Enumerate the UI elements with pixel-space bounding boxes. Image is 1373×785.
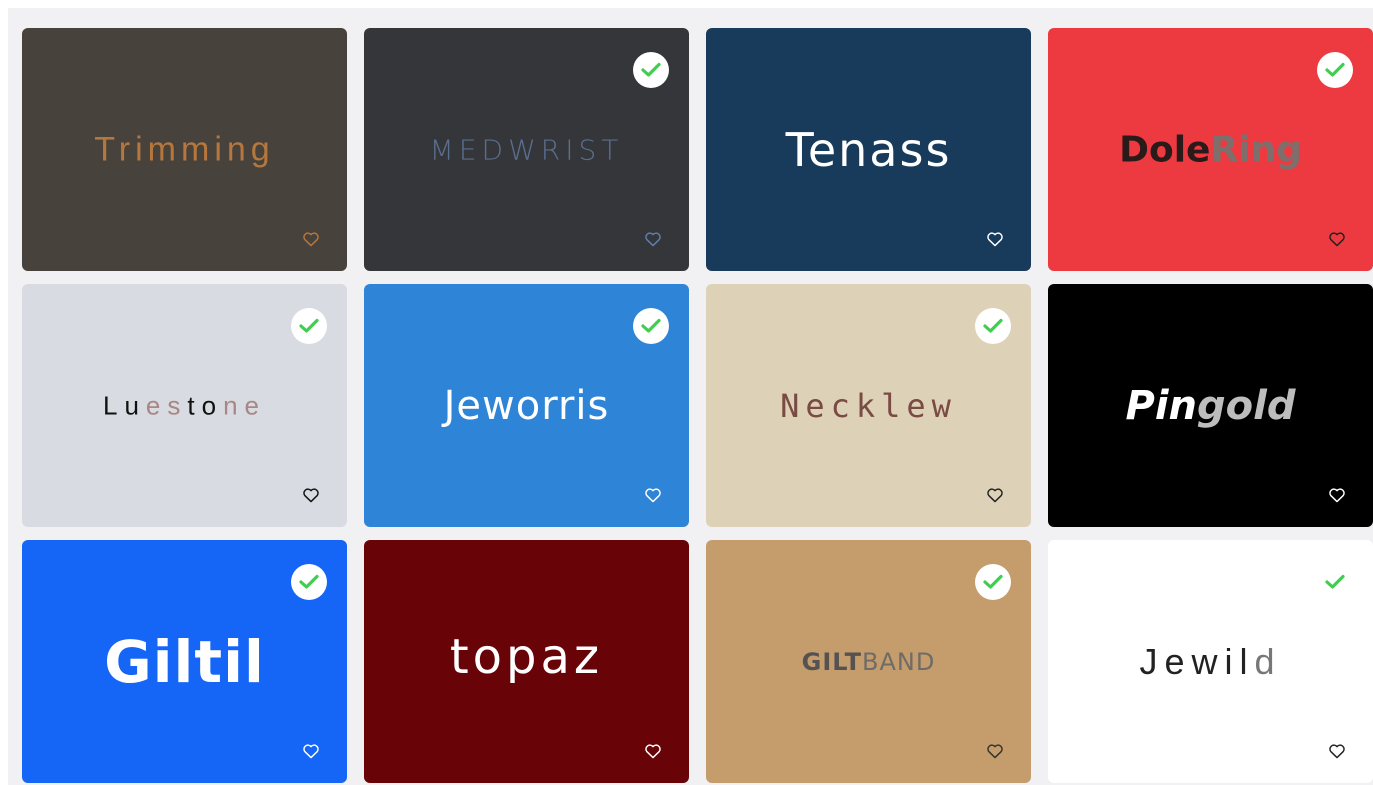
logo-card-giltband[interactable]: GILTBAND [706, 540, 1031, 783]
logo-text-part2: BAND [862, 647, 936, 676]
logo-card-dolering[interactable]: DoleRing [1048, 28, 1373, 271]
favorite-heart-icon[interactable] [643, 741, 663, 761]
logo-text-part2: Ring [1210, 129, 1302, 170]
logo-text: Giltil [104, 627, 265, 696]
logo-text: Jeworris [443, 382, 610, 429]
selected-check-icon[interactable] [633, 308, 669, 344]
logo-text: Necklew [780, 386, 957, 425]
logo-card-jeworris[interactable]: Jeworris [364, 284, 689, 527]
logo-letter: e [145, 390, 168, 420]
logo-grid: Trimming MEDWRIST Tenass DoleRing Luesto… [22, 28, 1373, 783]
logo-text: Tenass [785, 122, 952, 177]
selected-check-icon[interactable] [1317, 52, 1353, 88]
selected-check-icon[interactable] [291, 308, 327, 344]
logo-letter: o [201, 390, 224, 420]
favorite-heart-icon[interactable] [643, 229, 663, 249]
logo-letter: u [124, 390, 146, 420]
logo-letter: L [102, 390, 125, 420]
logo-card-trimming[interactable]: Trimming [22, 28, 347, 271]
logo-text: Jewild [1048, 641, 1373, 683]
logo-text: MEDWRIST [429, 133, 624, 166]
logo-card-medwrist[interactable]: MEDWRIST [364, 28, 689, 271]
favorite-heart-icon[interactable] [301, 741, 321, 761]
logo-text: Trimming [94, 130, 275, 168]
favorite-heart-icon[interactable] [1327, 485, 1347, 505]
logo-text-part1: Pin [1125, 382, 1198, 429]
logo-text-part1: Dole [1119, 129, 1211, 170]
favorite-heart-icon[interactable] [1327, 229, 1347, 249]
favorite-heart-icon[interactable] [1327, 741, 1347, 761]
logo-letter: t [187, 390, 202, 420]
selected-check-icon[interactable] [975, 308, 1011, 344]
selected-check-icon[interactable] [291, 564, 327, 600]
logo-text: Luestone [22, 390, 347, 421]
logo-text: Pingold [1048, 383, 1373, 429]
logo-letter: e [244, 390, 267, 420]
logo-text-part1: GILT [801, 647, 862, 676]
favorite-heart-icon[interactable] [301, 229, 321, 249]
favorite-heart-icon[interactable] [985, 229, 1005, 249]
favorite-heart-icon[interactable] [985, 741, 1005, 761]
logo-card-pingold[interactable]: Pingold [1048, 284, 1373, 527]
favorite-heart-icon[interactable] [643, 485, 663, 505]
logo-card-jewild[interactable]: Jewild [1048, 540, 1373, 783]
logo-card-topaz[interactable]: topaz [364, 540, 689, 783]
favorite-heart-icon[interactable] [985, 485, 1005, 505]
selected-check-icon[interactable] [1317, 564, 1353, 600]
logo-text: GILTBAND [706, 648, 1031, 676]
logo-text-part2: gold [1197, 382, 1296, 429]
logo-text-part2: d [1254, 640, 1282, 682]
logo-text: DoleRing [1048, 129, 1373, 170]
logo-letter: n [223, 390, 245, 420]
logo-card-luestone[interactable]: Luestone [22, 284, 347, 527]
logo-letter: s [167, 390, 188, 420]
logo-card-tenass[interactable]: Tenass [706, 28, 1031, 271]
favorite-heart-icon[interactable] [301, 485, 321, 505]
logo-text: topaz [449, 628, 604, 685]
logo-card-necklew[interactable]: Necklew [706, 284, 1031, 527]
logo-text-part1: Jewil [1139, 640, 1255, 682]
logo-card-giltil[interactable]: Giltil [22, 540, 347, 783]
selected-check-icon[interactable] [633, 52, 669, 88]
selected-check-icon[interactable] [975, 564, 1011, 600]
